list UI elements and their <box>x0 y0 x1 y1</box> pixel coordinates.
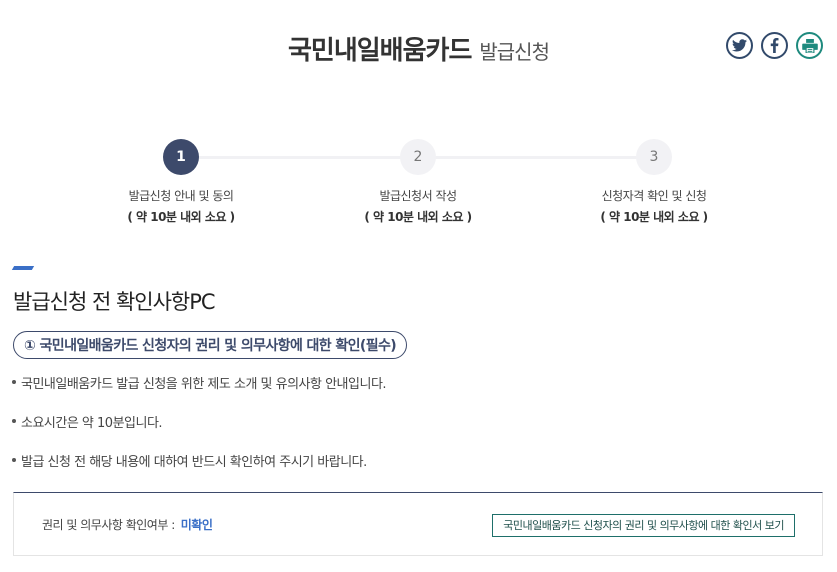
print-button[interactable] <box>796 32 823 59</box>
section-accent-bar <box>11 266 35 270</box>
bullet-icon <box>12 458 16 462</box>
status-badge: 미확인 <box>180 518 213 532</box>
notice-list: 국민내일배움카드 발급 신청을 위한 제도 소개 및 유의사항 안내입니다. 소… <box>12 375 812 492</box>
print-icon <box>801 38 818 53</box>
step-indicator: 1 발급신청 안내 및 동의 ( 약 10분 내외 소요 ) 2 발급신청서 작… <box>0 139 837 229</box>
step-label: 신청자격 확인 및 신청 <box>601 189 707 203</box>
share-buttons <box>726 32 823 59</box>
page-title-main: 국민내일배움카드 <box>288 36 472 66</box>
section-title: 발급신청 전 확인사항PC <box>13 290 216 314</box>
step-label: 발급신청서 작성 <box>379 189 457 203</box>
step-number: 3 <box>636 139 672 175</box>
step-3: 3 신청자격 확인 및 신청 ( 약 10분 내외 소요 ) <box>554 139 754 225</box>
view-confirmation-button[interactable]: 국민내일배움카드 신청자의 권리 및 의무사항에 대한 확인서 보기 <box>492 514 795 537</box>
list-item: 소요시간은 약 10분입니다. <box>12 414 812 453</box>
step-number: 2 <box>400 139 436 175</box>
step-time: ( 약 10분 내외 소요 ) <box>127 210 235 224</box>
page-title: 국민내일배움카드 발급신청 <box>0 30 837 67</box>
bullet-icon <box>12 380 16 384</box>
list-item: 발급 신청 전 해당 내용에 대하여 반드시 확인하여 주시기 바랍니다. <box>12 453 812 492</box>
page-title-sub: 발급신청 <box>479 40 550 64</box>
step-number: 1 <box>163 139 199 175</box>
confirm-label: 권리 및 의무사항 확인여부 : 미확인 <box>42 518 213 532</box>
twitter-button[interactable] <box>726 32 753 59</box>
facebook-button[interactable] <box>761 32 788 59</box>
list-item: 국민내일배움카드 발급 신청을 위한 제도 소개 및 유의사항 안내입니다. <box>12 375 812 414</box>
step-time: ( 약 10분 내외 소요 ) <box>364 210 472 224</box>
step-2: 2 발급신청서 작성 ( 약 10분 내외 소요 ) <box>318 139 518 225</box>
page: 국민내일배움카드 발급신청 1 발급신청 안내 및 동의 (약 10분 내외 … <box>0 0 837 572</box>
step-1: 1 발급신청 안내 및 동의 ( 약 10분 내외 소요 ) <box>81 139 281 225</box>
step-label: 발급신청 안내 및 동의 <box>128 189 234 203</box>
confirm-box: 권리 및 의무사항 확인여부 : 미확인 국민내일배움카드 신청자의 권리 및 의… <box>13 492 823 556</box>
step-time: ( 약 10분 내외 소요 ) <box>600 210 708 224</box>
rights-obligations-heading: ① 국민내일배움카드 신청자의 권리 및 의무사항에 대한 확인(필수) <box>13 331 408 359</box>
twitter-icon <box>732 39 747 52</box>
facebook-icon <box>770 38 779 53</box>
bullet-icon <box>12 419 16 423</box>
